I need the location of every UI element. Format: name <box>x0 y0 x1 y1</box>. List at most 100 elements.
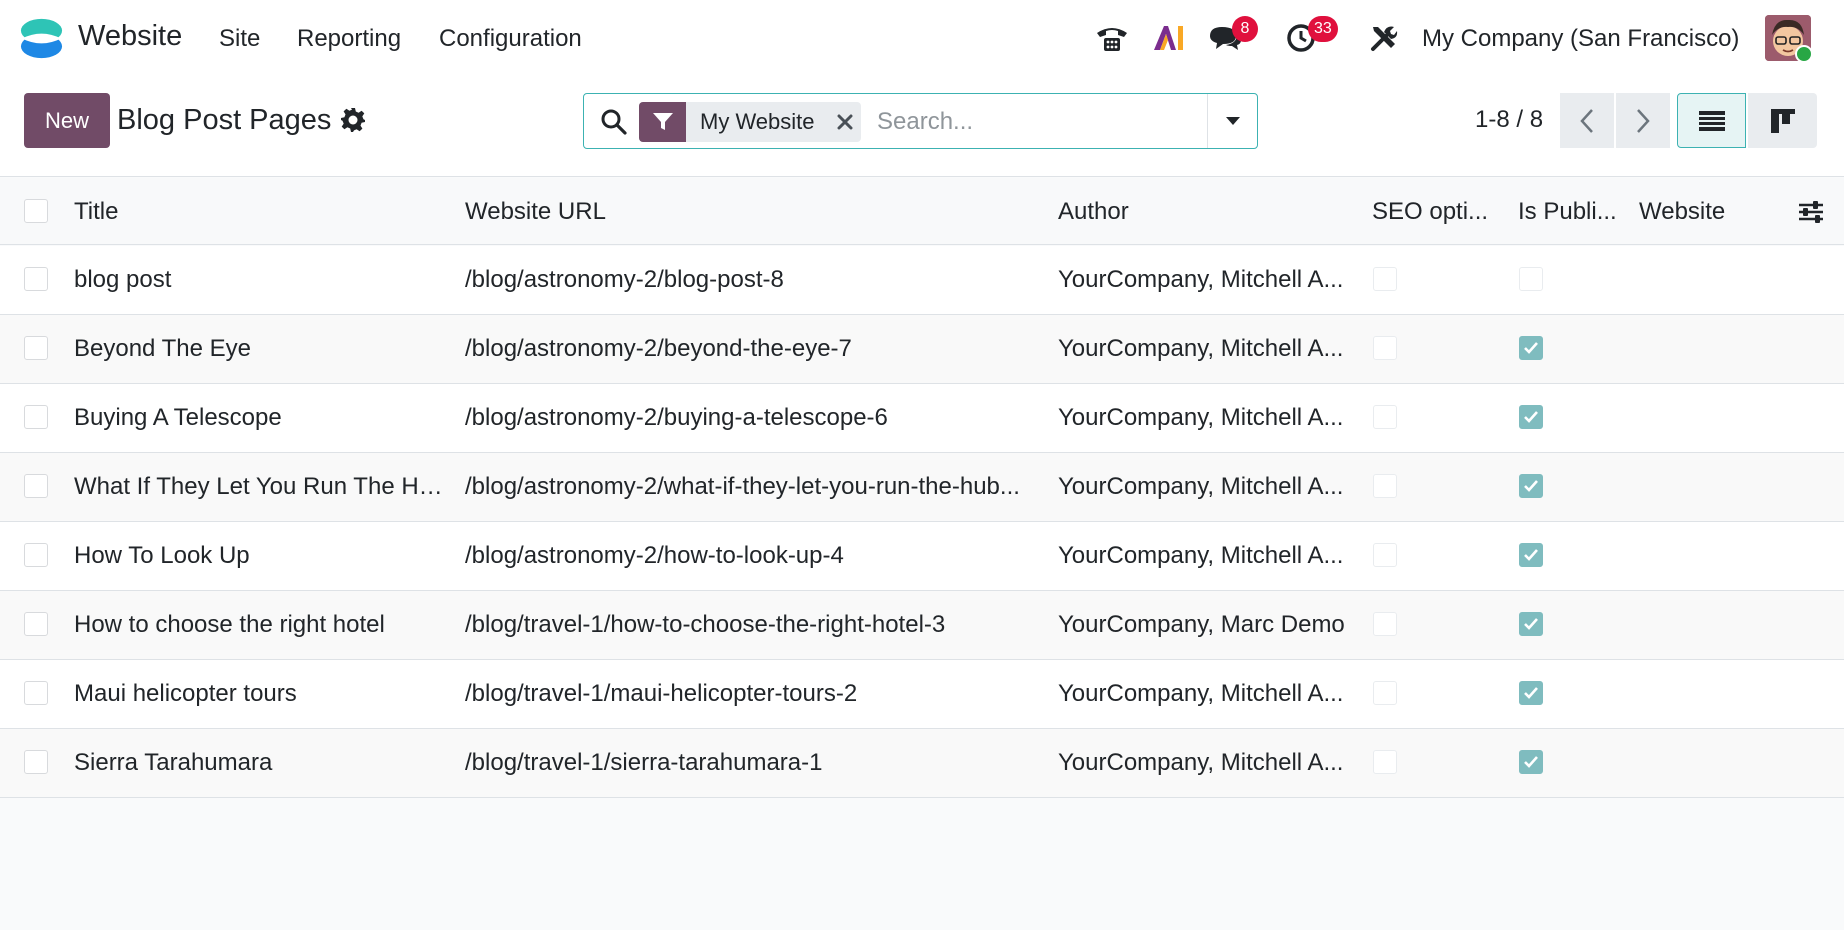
ai-icon[interactable] <box>1148 18 1188 58</box>
cell-website-url: /blog/travel-1/maui-helicopter-tours-2 <box>465 680 858 707</box>
cell-author: YourCompany, Marc Demo <box>1058 611 1345 638</box>
column-website-url[interactable]: Website URL <box>465 198 885 226</box>
page-title: Blog Post Pages <box>117 104 332 136</box>
seo-optimized-checkbox[interactable] <box>1373 543 1397 567</box>
app-name[interactable]: Website <box>78 20 182 53</box>
cell-website-url: /blog/astronomy-2/how-to-look-up-4 <box>465 542 844 569</box>
is-published-checkbox[interactable] <box>1519 612 1543 636</box>
table-row[interactable]: blog post/blog/astronomy-2/blog-post-8 Yo… <box>0 246 1844 315</box>
is-published-checkbox[interactable] <box>1519 681 1543 705</box>
row-select-checkbox[interactable] <box>24 612 48 636</box>
row-select-checkbox[interactable] <box>24 543 48 567</box>
seo-optimized-checkbox[interactable] <box>1373 750 1397 774</box>
table-row[interactable]: Beyond The Eye/blog/astronomy-2/beyond-t… <box>0 315 1844 384</box>
cell-title: How to choose the right hotel <box>74 611 385 638</box>
row-select-checkbox[interactable] <box>24 681 48 705</box>
pager-value[interactable]: 1-8 / 8 <box>1475 106 1543 134</box>
cell-author: YourCompany, Mitchell A... <box>1058 335 1344 362</box>
column-author[interactable]: Author <box>1058 198 1308 226</box>
cell-title: What If They Let You Run The Hu... <box>74 473 449 500</box>
table-row[interactable]: Maui helicopter tours/blog/travel-1/maui… <box>0 660 1844 729</box>
list-view-button[interactable] <box>1677 93 1746 148</box>
row-select-checkbox[interactable] <box>24 336 48 360</box>
column-website[interactable]: Website <box>1639 198 1769 226</box>
pager-previous-button[interactable] <box>1560 93 1614 148</box>
list-view-icon <box>1698 110 1725 131</box>
search-bar: My Website <box>583 93 1258 149</box>
cell-website-url: /blog/astronomy-2/beyond-the-eye-7 <box>465 335 852 362</box>
column-options-icon[interactable] <box>1797 198 1825 226</box>
seo-optimized-checkbox[interactable] <box>1373 336 1397 360</box>
row-select-checkbox[interactable] <box>24 474 48 498</box>
is-published-checkbox[interactable] <box>1519 405 1543 429</box>
menu-configuration[interactable]: Configuration <box>439 25 582 53</box>
table-row[interactable]: Sierra Tarahumara/blog/travel-1/sierra-t… <box>0 729 1844 798</box>
cell-author: YourCompany, Mitchell A... <box>1058 542 1344 569</box>
row-select-checkbox[interactable] <box>24 405 48 429</box>
row-select-checkbox[interactable] <box>24 267 48 291</box>
search-options-toggle[interactable] <box>1207 94 1257 148</box>
search-facet: My Website <box>639 102 861 142</box>
chevron-right-icon <box>1637 108 1650 133</box>
seo-optimized-checkbox[interactable] <box>1373 612 1397 636</box>
check-icon <box>1524 411 1538 423</box>
online-status-dot <box>1795 45 1813 63</box>
seo-optimized-checkbox[interactable] <box>1373 405 1397 429</box>
kanban-view-button[interactable] <box>1748 93 1817 148</box>
table-header: Title Website URL Author SEO opti... Is … <box>0 178 1844 245</box>
close-icon[interactable] <box>829 102 861 142</box>
check-icon <box>1524 756 1538 768</box>
cell-title: Buying A Telescope <box>74 404 282 431</box>
activities-badge: 33 <box>1308 16 1338 42</box>
check-icon <box>1524 687 1538 699</box>
check-icon <box>1524 618 1538 630</box>
cell-title: How To Look Up <box>74 542 250 569</box>
cell-website-url: /blog/astronomy-2/buying-a-telescope-6 <box>465 404 888 431</box>
menu-reporting[interactable]: Reporting <box>297 25 401 53</box>
cell-author: YourCompany, Mitchell A... <box>1058 473 1344 500</box>
column-title[interactable]: Title <box>74 198 374 226</box>
seo-optimized-checkbox[interactable] <box>1373 474 1397 498</box>
cell-author: YourCompany, Mitchell A... <box>1058 749 1344 776</box>
row-select-checkbox[interactable] <box>24 750 48 774</box>
search-icon[interactable] <box>600 108 628 136</box>
cell-title: Maui helicopter tours <box>74 680 297 707</box>
column-is-published[interactable]: Is Publi... <box>1518 198 1638 226</box>
facet-label: My Website <box>700 109 815 134</box>
table-row[interactable]: How to choose the right hotel/blog/trave… <box>0 591 1844 660</box>
is-published-checkbox[interactable] <box>1519 474 1543 498</box>
cell-title: Sierra Tarahumara <box>74 749 273 776</box>
check-icon <box>1524 549 1538 561</box>
cell-title: Beyond The Eye <box>74 335 252 362</box>
seo-optimized-checkbox[interactable] <box>1373 681 1397 705</box>
website-app-logo[interactable] <box>18 15 65 62</box>
select-all-checkbox[interactable] <box>24 199 48 223</box>
tools-icon[interactable] <box>1364 18 1404 58</box>
menu-site[interactable]: Site <box>219 25 260 53</box>
cell-website-url: /blog/astronomy-2/blog-post-8 <box>465 266 784 293</box>
phone-icon[interactable] <box>1092 18 1132 58</box>
cell-author: YourCompany, Mitchell A... <box>1058 404 1344 431</box>
table-row[interactable]: How To Look Up/blog/astronomy-2/how-to-l… <box>0 522 1844 591</box>
new-button[interactable]: New <box>24 93 110 148</box>
is-published-checkbox[interactable] <box>1519 267 1543 291</box>
cell-author: YourCompany, Mitchell A... <box>1058 266 1344 293</box>
gear-icon[interactable] <box>340 107 366 133</box>
search-input[interactable] <box>877 104 1197 140</box>
check-icon <box>1524 342 1538 354</box>
cell-website-url: /blog/astronomy-2/what-if-they-let-you-r… <box>465 473 1020 500</box>
table-row[interactable]: What If They Let You Run The Hu... /blog/… <box>0 453 1844 522</box>
is-published-checkbox[interactable] <box>1519 336 1543 360</box>
column-seo-optimized[interactable]: SEO opti... <box>1372 198 1512 226</box>
chevron-left-icon <box>1580 108 1593 133</box>
cell-author: YourCompany, Mitchell A... <box>1058 680 1344 707</box>
is-published-checkbox[interactable] <box>1519 543 1543 567</box>
company-switcher[interactable]: My Company (San Francisco) <box>1422 25 1739 53</box>
pager-next-button[interactable] <box>1616 93 1670 148</box>
is-published-checkbox[interactable] <box>1519 750 1543 774</box>
top-navbar: Website Site Reporting Configuration 8 3… <box>0 0 1844 77</box>
table-row[interactable]: Buying A Telescope/blog/astronomy-2/buyi… <box>0 384 1844 453</box>
cell-website-url: /blog/travel-1/how-to-choose-the-right-h… <box>465 611 946 638</box>
control-panel: New Blog Post Pages My Website 1-8 / 8 <box>0 77 1844 177</box>
seo-optimized-checkbox[interactable] <box>1373 267 1397 291</box>
